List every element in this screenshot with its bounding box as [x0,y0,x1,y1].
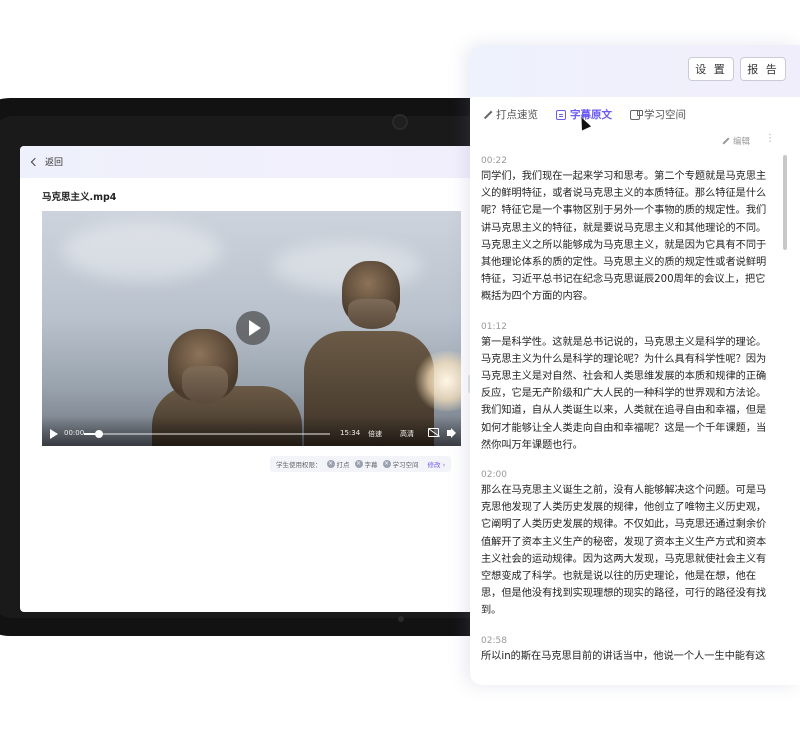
segment-timestamp[interactable]: 00:22 [481,156,771,166]
report-button[interactable]: 报 告 [740,57,786,81]
segment-text: 同学们，我们现在一起来学习和思考。第二个专题就是马克思主义的鲜明特征，或者说马克… [481,171,767,303]
progress-bar[interactable] [84,430,330,438]
workspace-icon [630,109,643,120]
play-small-icon[interactable] [50,429,58,439]
sensor-dot [398,616,404,622]
back-label: 返回 [45,158,64,168]
permissions-edit-link[interactable]: 修改 › [428,459,446,469]
more-options-icon[interactable]: ⋮ [765,133,775,144]
speed-button[interactable]: 倍速 [368,429,382,439]
video-controls: 00:00 15:34 倍速 高清 [42,416,461,446]
transcript-segment[interactable]: 00:22 同学们，我们现在一起来学习和思考。第二个专题就是马克思主义的鲜明特征… [481,156,771,306]
permission-item[interactable]: × 学习空间 [382,459,419,469]
transcript-segment[interactable]: 02:58 所以in的斯在马克思目前的讲话当中，他说一个人一生中能有这 [481,636,771,665]
volume-icon[interactable] [447,428,457,438]
edit-button[interactable]: 编辑 [722,135,750,147]
quality-button[interactable]: 高清 [400,429,414,439]
play-icon [248,320,261,336]
permission-label: 字幕 [364,461,378,469]
scrollbar[interactable] [783,155,787,250]
segment-text: 所以in的斯在马克思目前的讲话当中，他说一个人一生中能有这 [481,650,766,662]
transcript-panel: 设 置 报 告 打点速览 字幕原文 学习空间 编辑 ⋮ 00:22 同学们，我们… [470,45,800,685]
statue-beard-right [348,299,396,329]
segment-text: 那么在马克思主义诞生之前，没有人能够解决这个问题。可是马克思他发现了人类历史发展… [481,485,767,617]
permissions-row: 学生使用权限： × 打点 × 字幕 × 学习空间 修改 › [270,456,452,472]
camera-dot [392,114,408,130]
progress-knob[interactable] [94,430,103,438]
total-time: 15:34 [340,429,361,437]
permission-label: 打点 [336,461,350,469]
close-icon: × [354,460,363,468]
segment-text: 第一是科学性。这就是总书记说的，马克思主义是科学的理论。马克思主义为什么是科学的… [481,336,767,451]
settings-button[interactable]: 设 置 [688,57,734,81]
tab-label: 学习空间 [644,109,686,121]
magic-wand-icon [482,110,492,120]
file-title: 马克思主义.mp4 [42,192,117,203]
stage: 返回 马克思主义.mp4 00:00 15:34 倍速 高清 学生使用权限： ×… [0,0,800,733]
edit-link-label: 修改 [427,461,441,469]
edit-label: 编辑 [733,137,751,147]
transcript-list: 00:22 同学们，我们现在一起来学习和思考。第二个专题就是马克思主义的鲜明特征… [481,156,771,681]
permissions-label: 学生使用权限： [276,461,322,469]
permission-label: 学习空间 [392,461,419,469]
close-icon: × [326,460,335,468]
document-icon [556,109,566,120]
tab-quick-view[interactable]: 打点速览 [482,107,538,122]
transcript-segment[interactable]: 01:12 第一是科学性。这就是总书记说的，马克思主义是科学的理论。马克思主义为… [481,322,771,454]
play-button[interactable] [236,311,270,345]
subtitle-off-icon[interactable] [428,428,439,437]
video-cloud [62,221,222,281]
video-player[interactable]: 00:00 15:34 倍速 高清 [42,211,461,446]
segment-timestamp[interactable]: 01:12 [481,322,771,332]
chevron-left-icon [30,157,40,166]
segment-timestamp[interactable]: 02:58 [481,636,771,646]
statue-beard-left [182,366,228,404]
tab-label: 打点速览 [496,109,538,121]
tablet-screen: 返回 马克思主义.mp4 00:00 15:34 倍速 高清 学生使用权限： ×… [20,146,480,612]
permission-item[interactable]: × 字幕 [354,459,378,469]
back-button[interactable]: 返回 [30,155,64,168]
screen-header [20,146,480,178]
pencil-icon [722,137,730,145]
close-icon: × [382,460,391,468]
segment-timestamp[interactable]: 02:00 [481,470,771,480]
current-time: 00:00 [64,429,85,437]
transcript-segment[interactable]: 02:00 那么在马克思主义诞生之前，没有人能够解决这个问题。可是马克思他发现了… [481,470,771,620]
permission-item[interactable]: × 打点 [326,459,350,469]
tab-study-space[interactable]: 学习空间 [630,107,686,122]
